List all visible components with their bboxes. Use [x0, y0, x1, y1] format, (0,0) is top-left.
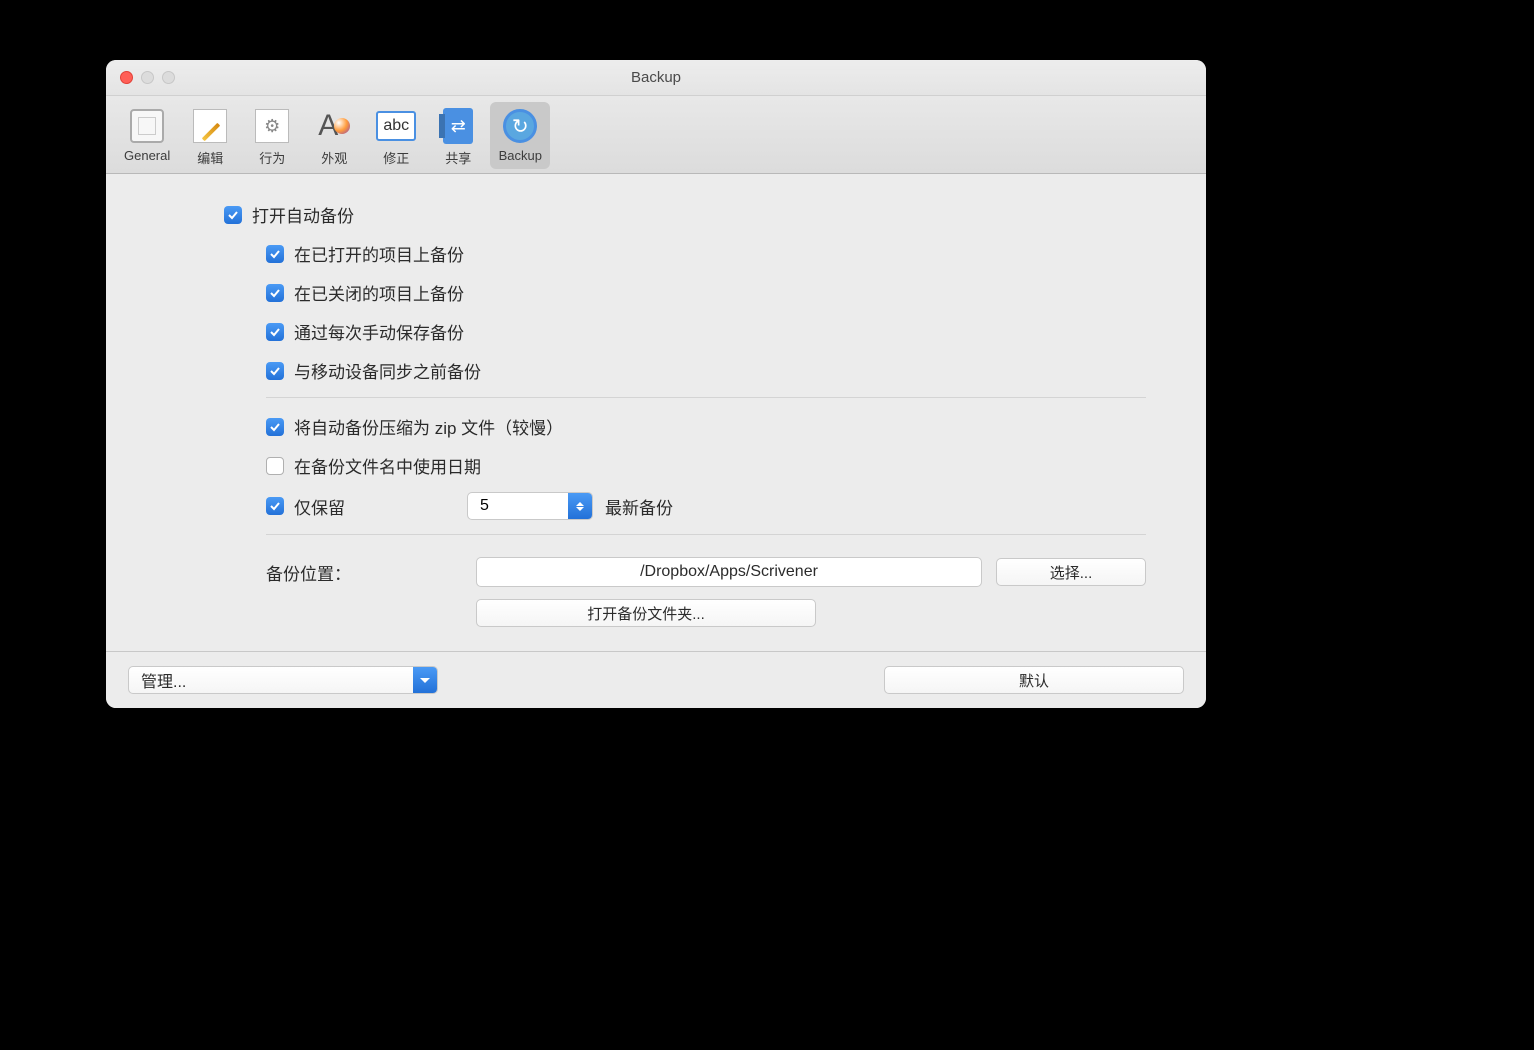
retain-count-select[interactable]: 5: [467, 492, 593, 520]
backup-location-field[interactable]: [476, 557, 982, 587]
choose-location-button[interactable]: 选择...: [996, 558, 1146, 586]
content-area: 打开自动备份 在已打开的项目上备份 在已关闭的项目上备份 通过每次手动保存备份: [106, 174, 1206, 651]
minimize-window-button[interactable]: [141, 71, 154, 84]
button-label: 选择...: [1050, 562, 1093, 583]
chevron-down-icon: [413, 667, 437, 693]
button-label: 打开备份文件夹...: [587, 603, 705, 624]
checkbox-compress-zip[interactable]: [266, 418, 284, 436]
tab-label: 共享: [445, 148, 471, 167]
stepper-arrows-icon: [568, 493, 592, 519]
preferences-window: Backup General 编辑 ⚙ 行为 A 外观 abc 修正 ⇄ 共享 …: [106, 60, 1206, 708]
footer-bar: 管理... 默认: [106, 651, 1206, 708]
share-icon: ⇄: [438, 106, 478, 146]
traffic-lights: [106, 71, 175, 84]
appearance-icon: A: [314, 106, 354, 146]
option-row: 在已关闭的项目上备份: [166, 280, 1146, 305]
option-row: 在备份文件名中使用日期: [166, 453, 1146, 478]
dropdown-value: 管理...: [129, 668, 413, 692]
recent-backups-label: 最新备份: [605, 494, 673, 519]
open-folder-row: 打开备份文件夹...: [166, 599, 1146, 627]
option-row: 打开自动备份: [166, 202, 1146, 227]
checkbox-label: 在已打开的项目上备份: [294, 241, 464, 266]
checkbox-on-close[interactable]: [266, 284, 284, 302]
divider: [266, 534, 1146, 535]
tab-label: General: [124, 148, 170, 163]
close-window-button[interactable]: [120, 71, 133, 84]
backup-location-row: 备份位置： 选择...: [166, 557, 1146, 587]
select-value: 5: [468, 497, 568, 515]
checkbox-label: 通过每次手动保存备份: [294, 319, 464, 344]
tab-sharing[interactable]: ⇄ 共享: [428, 102, 488, 169]
tab-label: 外观: [321, 148, 347, 167]
tab-general[interactable]: General: [116, 102, 178, 169]
checkbox-label: 仅保留: [294, 494, 345, 519]
checkbox-label: 在已关闭的项目上备份: [294, 280, 464, 305]
checkbox-label: 打开自动备份: [252, 202, 354, 227]
tab-label: 修正: [383, 148, 409, 167]
abc-icon: abc: [376, 106, 416, 146]
option-row: 将自动备份压缩为 zip 文件（较慢）: [166, 414, 1146, 439]
tab-appearance[interactable]: A 外观: [304, 102, 364, 169]
tab-backup[interactable]: ↻ Backup: [490, 102, 550, 169]
general-icon: [127, 106, 167, 146]
pencil-icon: [190, 106, 230, 146]
checkbox-label: 将自动备份压缩为 zip 文件（较慢）: [294, 414, 563, 439]
maximize-window-button[interactable]: [162, 71, 175, 84]
title-bar: Backup: [106, 60, 1206, 96]
open-backup-folder-button[interactable]: 打开备份文件夹...: [476, 599, 816, 627]
tab-label: 编辑: [197, 148, 223, 167]
tab-label: Backup: [499, 148, 542, 163]
preferences-toolbar: General 编辑 ⚙ 行为 A 外观 abc 修正 ⇄ 共享 ↻ Backu…: [106, 96, 1206, 174]
option-row: 与移动设备同步之前备份: [166, 358, 1146, 383]
checkbox-on-open[interactable]: [266, 245, 284, 263]
tab-label: 行为: [259, 148, 285, 167]
tab-corrections[interactable]: abc 修正: [366, 102, 426, 169]
tab-behaviors[interactable]: ⚙ 行为: [242, 102, 302, 169]
checkbox-before-sync[interactable]: [266, 362, 284, 380]
divider: [266, 397, 1146, 398]
manage-dropdown[interactable]: 管理...: [128, 666, 438, 694]
backup-icon: ↻: [500, 106, 540, 146]
option-row: 通过每次手动保存备份: [166, 319, 1146, 344]
checkbox-manual-save[interactable]: [266, 323, 284, 341]
checkbox-auto-backup[interactable]: [224, 206, 242, 224]
option-row: 在已打开的项目上备份: [166, 241, 1146, 266]
option-row: 仅保留 5 最新备份: [166, 492, 1146, 520]
tab-editing[interactable]: 编辑: [180, 102, 240, 169]
window-title: Backup: [106, 69, 1206, 86]
checkbox-retain-only[interactable]: [266, 497, 284, 515]
button-label: 默认: [1019, 670, 1049, 691]
gear-icon: ⚙: [252, 106, 292, 146]
backup-location-label: 备份位置：: [266, 560, 476, 585]
checkbox-use-date[interactable]: [266, 457, 284, 475]
checkbox-label: 与移动设备同步之前备份: [294, 358, 481, 383]
defaults-button[interactable]: 默认: [884, 666, 1184, 694]
checkbox-label: 在备份文件名中使用日期: [294, 453, 481, 478]
